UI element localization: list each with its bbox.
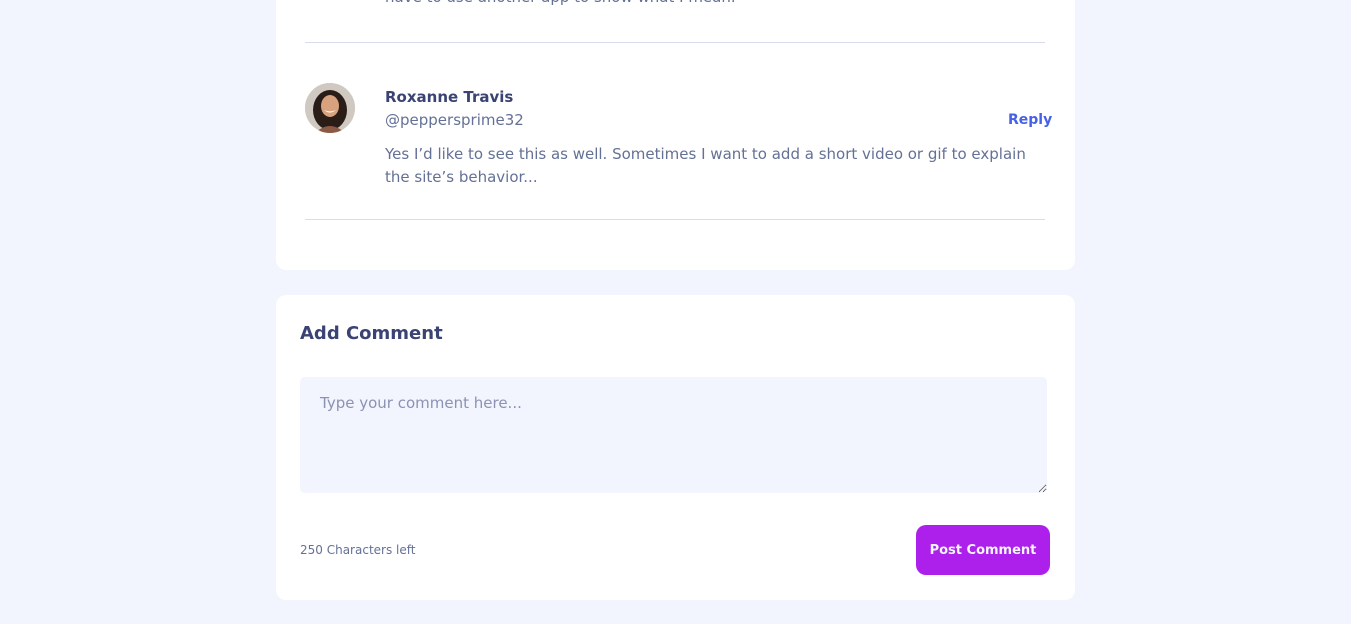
comments-card [276,0,1075,270]
comment-divider [305,42,1045,43]
avatar-image [305,83,355,133]
comment-author-name: Roxanne Travis [385,88,514,106]
comment-textarea[interactable] [300,377,1047,493]
comment-author-handle: @peppersprime32 [385,111,524,129]
comment-body: Yes I’d like to see this as well. Someti… [385,145,1026,186]
page: have to use another app to show what I m… [0,0,1351,624]
characters-left-counter: 250 Characters left [300,543,416,557]
comment-divider [305,219,1045,220]
add-comment-title: Add Comment [300,323,443,344]
post-comment-button[interactable]: Post Comment [916,525,1050,575]
previous-comment-text: have to use another app to show what I m… [385,0,736,9]
reply-button[interactable]: Reply [1008,110,1052,130]
avatar [305,83,355,133]
